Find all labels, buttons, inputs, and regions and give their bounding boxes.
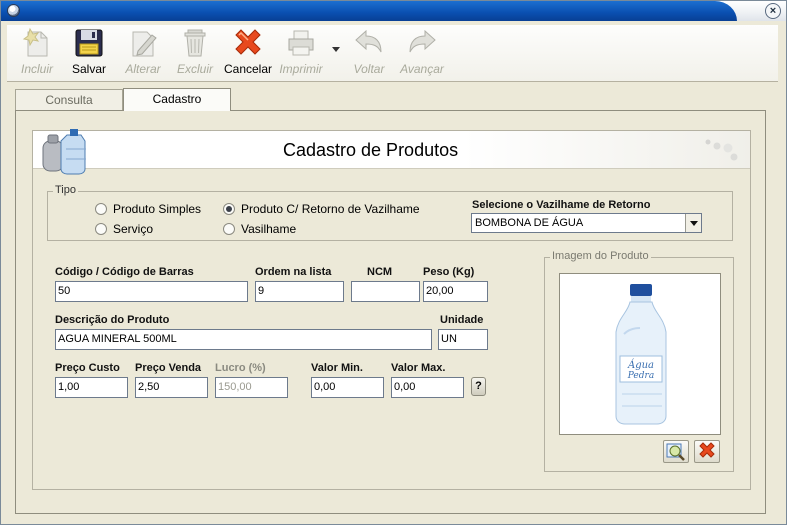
trash-icon xyxy=(184,29,206,57)
ordem-field[interactable]: 9 xyxy=(255,281,344,302)
lucro-field: 150,00 xyxy=(215,377,288,398)
lucro-label: Lucro (%) xyxy=(215,362,266,374)
ncm-label: NCM xyxy=(367,266,393,278)
radio-servico-circle[interactable] xyxy=(95,223,107,235)
descricao-label: Descrição do Produto xyxy=(55,314,170,326)
radio-produto-retorno-circle[interactable] xyxy=(223,203,235,215)
voltar-button[interactable]: Voltar xyxy=(347,27,391,81)
tab-consulta[interactable]: Consulta xyxy=(15,89,123,110)
cancel-x-icon xyxy=(235,29,261,55)
radio-produto-simples-label: Produto Simples xyxy=(113,202,202,216)
incluir-button[interactable]: Incluir xyxy=(15,27,59,81)
red-x-icon xyxy=(699,442,715,458)
edit-document-icon xyxy=(132,31,157,57)
ordem-label: Ordem na lista xyxy=(255,266,332,278)
valor-min-field[interactable]: 0,00 xyxy=(311,377,384,398)
excluir-label: Excluir xyxy=(176,62,213,76)
radio-produto-retorno[interactable]: Produto C/ Retorno de Vazilhame xyxy=(223,202,420,216)
forward-arrow-icon xyxy=(409,29,436,53)
radio-vasilhame-circle[interactable] xyxy=(223,223,235,235)
preco-custo-label: Preço Custo xyxy=(55,362,120,374)
radio-produto-simples-circle[interactable] xyxy=(95,203,107,215)
peso-field[interactable]: 20,00 xyxy=(423,281,488,302)
valor-max-field[interactable]: 0,00 xyxy=(391,377,464,398)
help-button[interactable]: ? xyxy=(471,377,486,396)
codigo-label: Código / Código de Barras xyxy=(55,266,194,278)
excluir-button[interactable]: Excluir xyxy=(173,27,217,81)
vazilhame-select[interactable]: BOMBONA DE ÁGUA xyxy=(471,213,702,233)
back-arrow-icon xyxy=(355,29,382,53)
water-bottle-image: Água Pedra xyxy=(615,284,667,425)
page-title: Cadastro de Produtos xyxy=(283,140,459,160)
cancelar-button[interactable]: Cancelar xyxy=(223,27,273,81)
radio-vasilhame[interactable]: Vasilhame xyxy=(223,222,296,236)
radio-vasilhame-label: Vasilhame xyxy=(241,222,297,236)
tipo-legend: Tipo xyxy=(53,184,78,196)
vazilhame-label: Selecione o Vazilhame de Retorno xyxy=(472,199,651,211)
title-bar-tab xyxy=(1,1,737,21)
radio-produto-retorno-label: Produto C/ Retorno de Vazilhame xyxy=(241,202,420,216)
unidade-field[interactable]: UN xyxy=(438,329,488,350)
avancar-button[interactable]: Avançar xyxy=(397,27,447,81)
toolbar: Incluir Salvar Alterar Excluir Cancelar … xyxy=(7,25,778,82)
radio-servico-label: Serviço xyxy=(113,222,154,236)
radio-servico[interactable]: Serviço xyxy=(95,222,153,236)
tab-cadastro[interactable]: Cadastro xyxy=(123,88,231,111)
voltar-label: Voltar xyxy=(353,62,385,76)
product-image-frame: Água Pedra xyxy=(559,273,721,435)
preco-custo-field[interactable]: 1,00 xyxy=(55,377,128,398)
decorative-dots-icon xyxy=(705,139,738,161)
preco-venda-field[interactable]: 2,50 xyxy=(135,377,208,398)
peso-label: Peso (Kg) xyxy=(423,266,475,278)
codigo-field[interactable]: 50 xyxy=(55,281,248,302)
imagem-legend: Imagem do Produto xyxy=(550,250,651,262)
form-header: Cadastro de Produtos xyxy=(33,129,750,175)
title-bar: × xyxy=(1,1,786,21)
system-menu-icon[interactable] xyxy=(7,4,20,17)
save-disk-icon xyxy=(75,29,103,57)
cancelar-label: Cancelar xyxy=(223,62,273,76)
preco-venda-label: Preço Venda xyxy=(135,362,202,374)
magnifier-picture-icon xyxy=(666,443,685,461)
bottle-label-text-1: Água xyxy=(627,359,654,371)
bottle-label-text-2: Pedra xyxy=(627,371,654,381)
valor-min-label: Valor Min. xyxy=(311,362,363,374)
avancar-label: Avançar xyxy=(400,62,444,76)
ncm-field[interactable] xyxy=(351,281,420,302)
valor-max-label: Valor Max. xyxy=(391,362,446,374)
remove-image-button[interactable] xyxy=(694,440,720,463)
close-button[interactable]: × xyxy=(765,3,781,19)
alterar-label: Alterar xyxy=(125,62,161,76)
vazilhame-select-value: BOMBONA DE ÁGUA xyxy=(475,217,584,229)
imprimir-dropdown-arrow[interactable] xyxy=(332,47,340,52)
printer-icon xyxy=(288,30,314,56)
search-image-button[interactable] xyxy=(663,440,689,463)
window: × Incluir Salvar Alterar Excluir Cancela… xyxy=(0,0,787,525)
alterar-button[interactable]: Alterar xyxy=(119,27,167,81)
salvar-label: Salvar xyxy=(71,62,106,76)
chevron-down-icon[interactable] xyxy=(685,214,701,232)
new-document-icon xyxy=(22,27,48,57)
gas-and-water-jug-icon xyxy=(42,129,86,175)
radio-produto-simples[interactable]: Produto Simples xyxy=(95,202,201,216)
unidade-label: Unidade xyxy=(440,314,484,326)
incluir-label: Incluir xyxy=(20,62,53,76)
imprimir-button[interactable]: Imprimir xyxy=(275,27,327,81)
salvar-button[interactable]: Salvar xyxy=(65,27,113,81)
imprimir-label: Imprimir xyxy=(279,62,323,76)
descricao-field[interactable]: AGUA MINERAL 500ML xyxy=(55,329,432,350)
